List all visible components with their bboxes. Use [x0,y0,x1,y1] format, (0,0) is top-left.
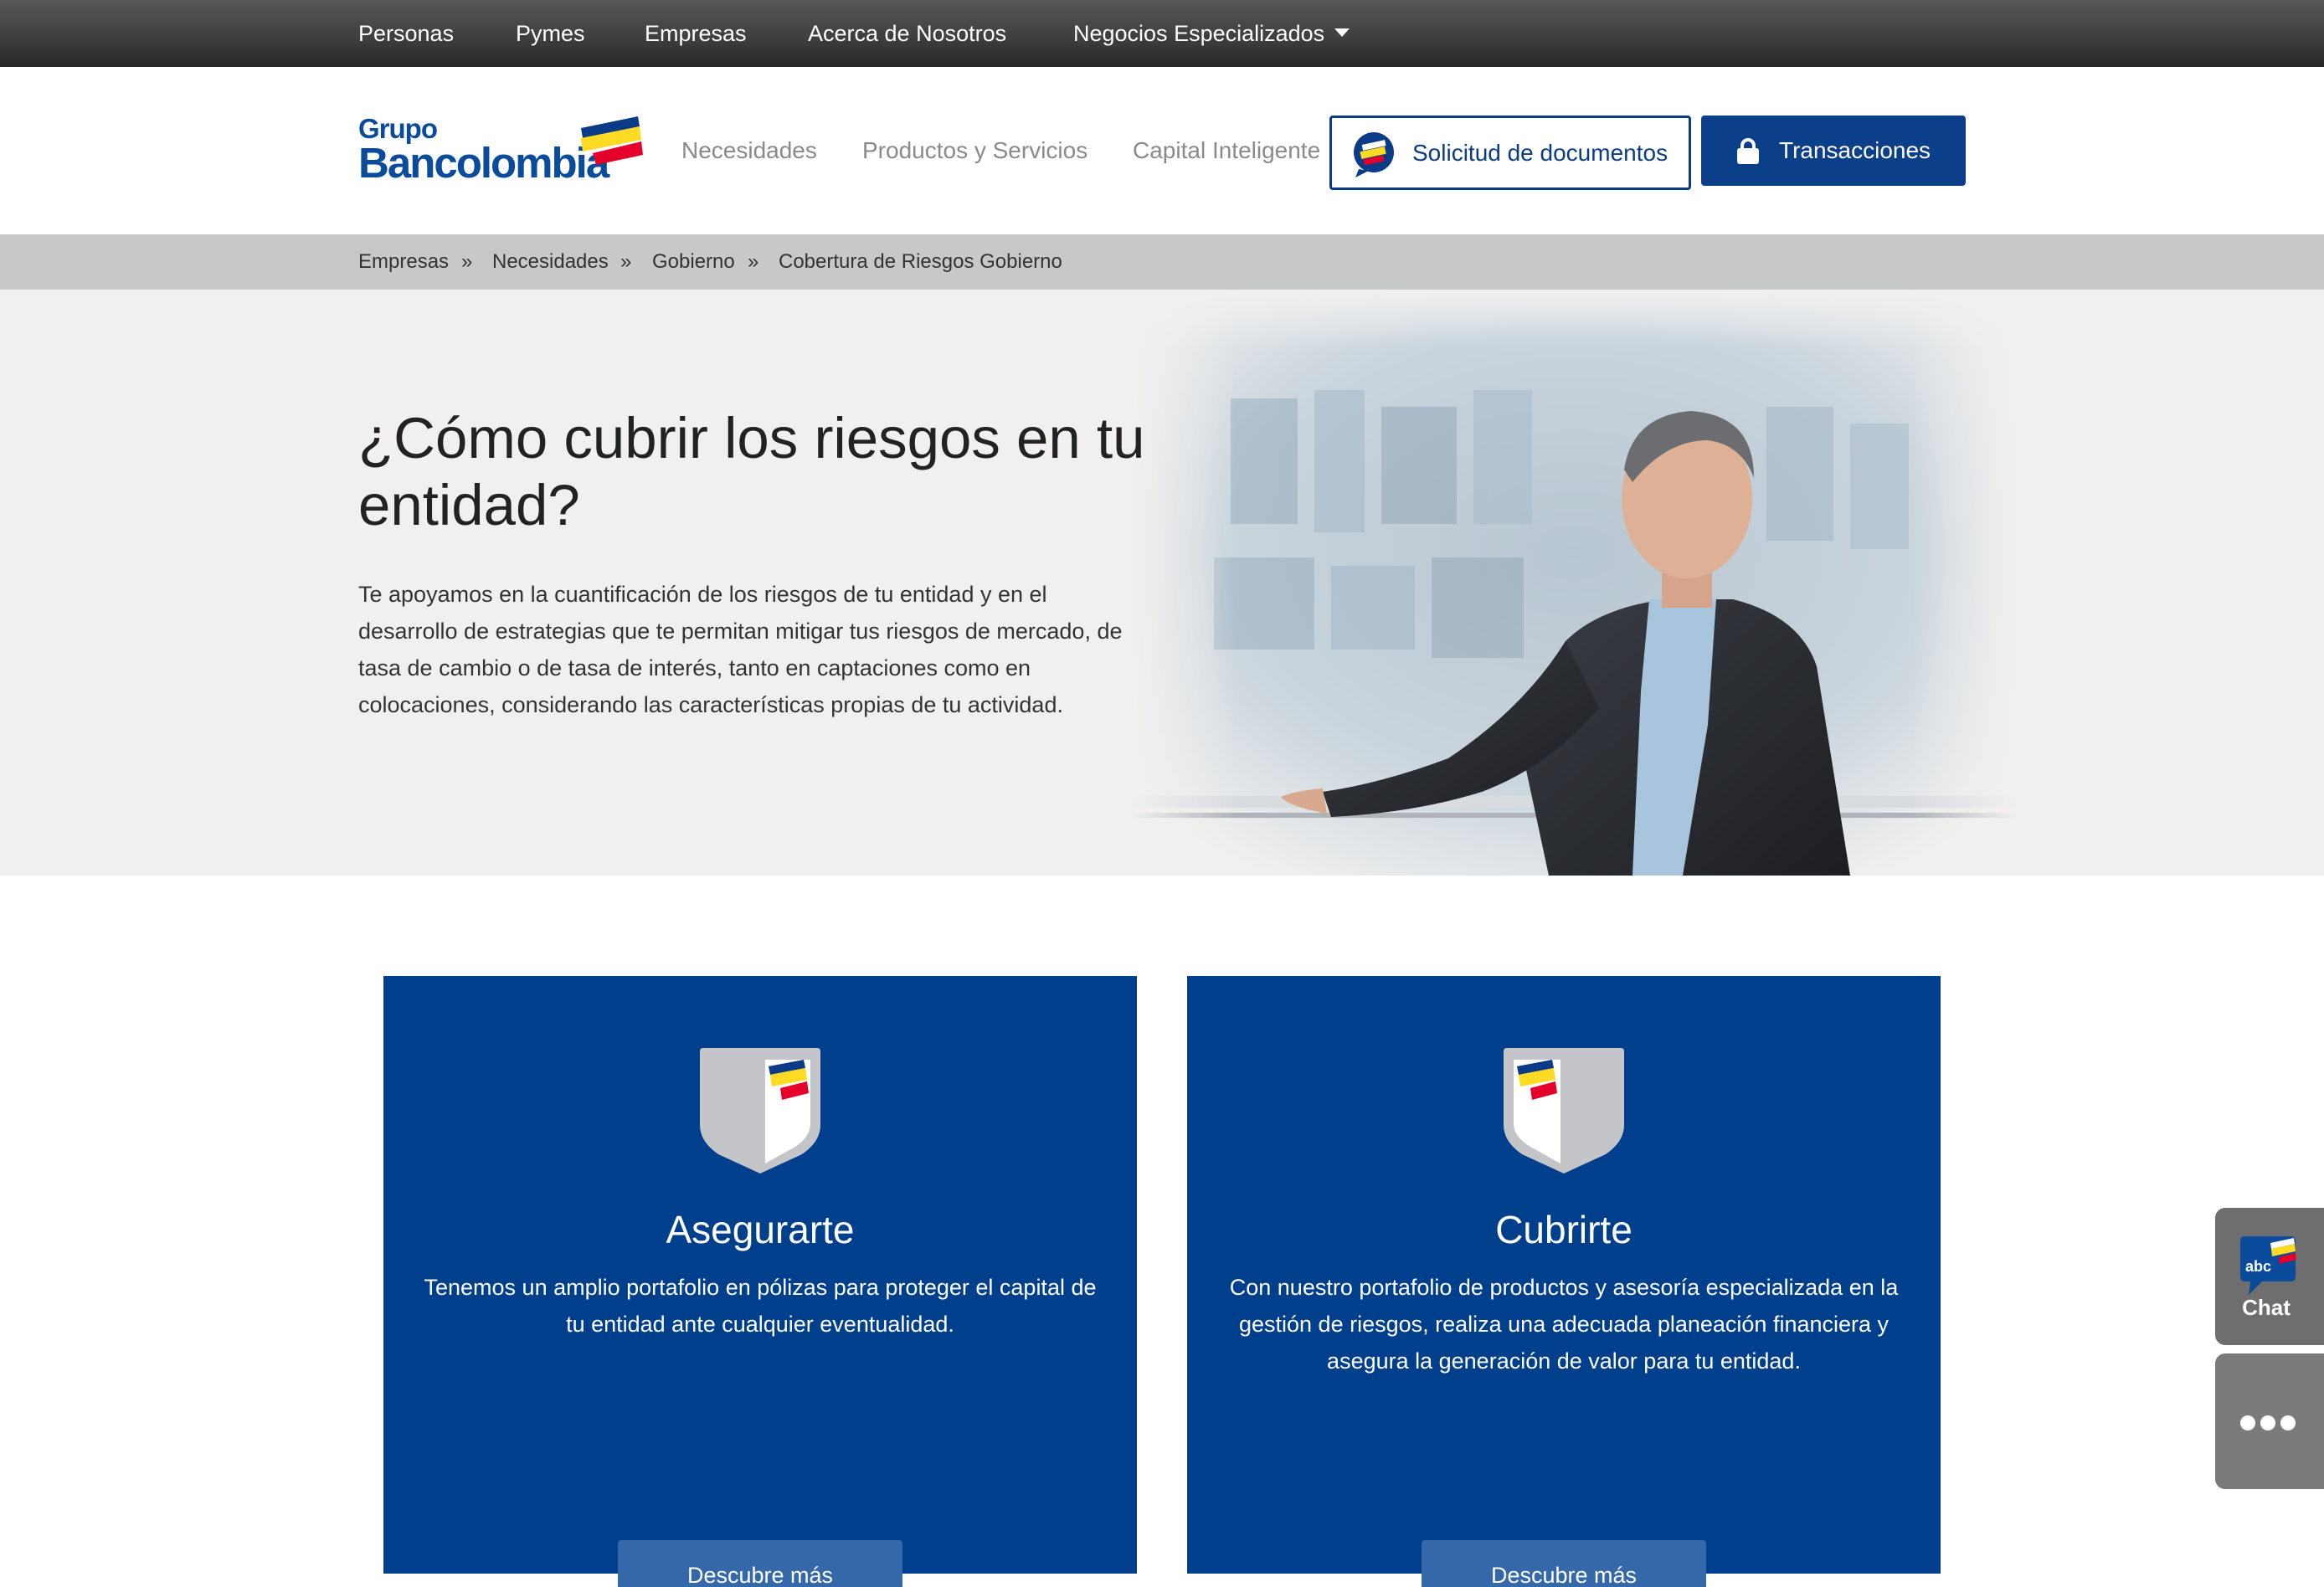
chat-widget-button[interactable]: abc Chat [2215,1208,2324,1345]
topnav-item-negocios-label: Negocios Especializados [1073,21,1325,46]
breadcrumb-necesidades[interactable]: Necesidades [492,234,609,290]
solicitud-documentos-label: Solicitud de documentos [1412,140,1668,166]
transacciones-button[interactable]: Transacciones [1701,116,1966,186]
card-title: Cubrirte [1495,1208,1632,1251]
breadcrumb-separator: » [748,250,759,273]
breadcrumb: Empresas » Necesidades » Gobierno » Cobe… [0,234,2324,290]
svg-text:abc: abc [2245,1258,2271,1275]
lock-icon [1737,138,1759,164]
bancolombia-logo[interactable]: Grupo Bancolombia [358,113,643,188]
descubre-mas-button[interactable]: Descubre más [618,1540,902,1587]
docs-chat-icon [1354,132,1394,177]
more-options-button[interactable] [2215,1353,2324,1489]
descubre-mas-button[interactable]: Descubre más [1422,1540,1706,1587]
card-asegurarte: Asegurarte Tenemos un amplio portafolio … [383,976,1137,1587]
shield-icon [1504,1048,1624,1174]
chat-bubble-icon: abc [2240,1236,2296,1295]
breadcrumb-empresas[interactable]: Empresas [358,234,449,290]
topnav-item-personas[interactable]: Personas [358,0,454,67]
shield-icon [700,1048,820,1174]
breadcrumb-separator: » [620,250,632,273]
card-title: Asegurarte [666,1208,855,1251]
bancolombia-flag-icon [581,116,643,165]
breadcrumb-current: Cobertura de Riesgos Gobierno [779,250,1062,273]
card-description: Tenemos un amplio portafolio en pólizas … [424,1275,1097,1337]
hero-title: ¿Cómo cubrir los riesgos en tu entidad? [358,406,1145,537]
card-cubrirte: Cubrirte Con nuestro portafolio de produ… [1187,976,1941,1587]
hero-businessman-image [1130,290,2018,876]
topnav-item-acerca[interactable]: Acerca de Nosotros [808,0,1006,67]
site-header: Grupo Bancolombia Necesidades Productos … [0,67,2324,234]
nav-productos-servicios[interactable]: Productos y Servicios [862,67,1087,234]
logo-line-bancolombia: Bancolombia [358,139,609,187]
hero-description: Te apoyamos en la cuantificación de los … [358,582,1123,717]
hero-section: ¿Cómo cubrir los riesgos en tu entidad? … [0,290,2324,876]
top-navigation-bar: Personas Pymes Empresas Acerca de Nosotr… [0,0,2324,67]
topnav-item-negocios-especializados[interactable]: Negocios Especializados [1073,0,1350,67]
nav-necesidades[interactable]: Necesidades [681,67,817,234]
topnav-item-empresas[interactable]: Empresas [645,0,747,67]
transacciones-label: Transacciones [1779,137,1931,163]
card-description: Con nuestro portafolio de productos y as… [1229,1275,1899,1374]
caret-down-icon [1334,28,1350,37]
solicitud-documentos-button[interactable]: Solicitud de documentos [1329,116,1691,190]
breadcrumb-gobierno[interactable]: Gobierno [652,234,735,290]
chat-label: Chat [2242,1295,2291,1320]
nav-capital-inteligente[interactable]: Capital Inteligente [1133,67,1320,234]
breadcrumb-separator: » [461,250,473,273]
topnav-item-pymes[interactable]: Pymes [516,0,585,67]
